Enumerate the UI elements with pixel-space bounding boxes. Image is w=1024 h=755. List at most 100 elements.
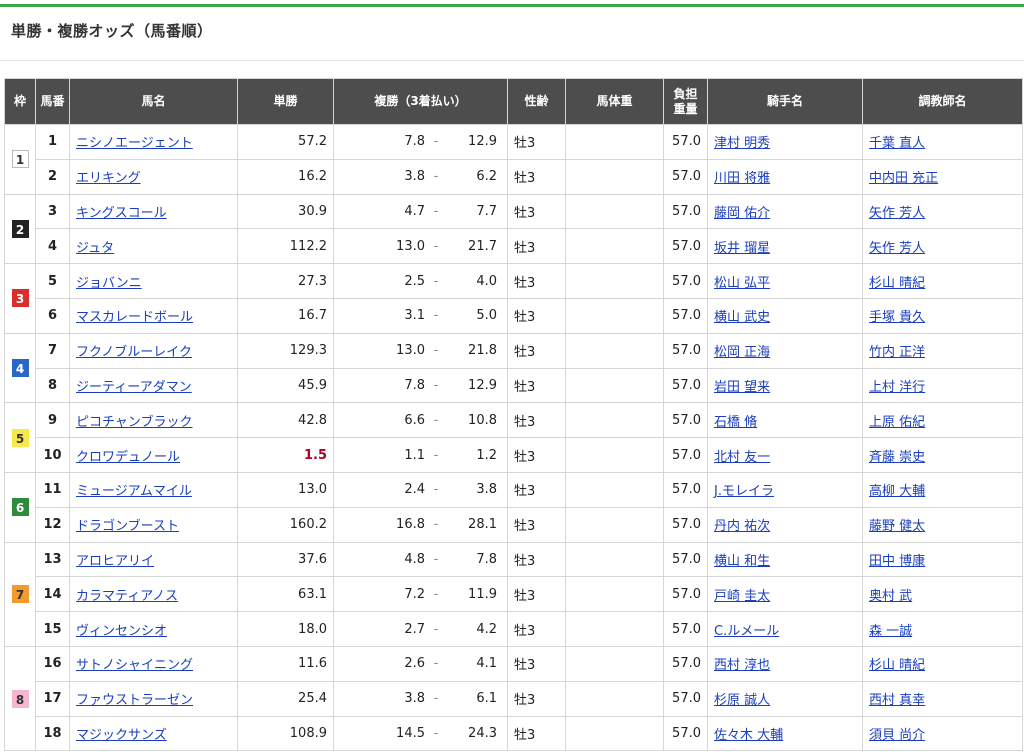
trainer-name-link[interactable]: 千葉 直人 xyxy=(869,136,925,151)
horse-name-link[interactable]: アロヒアリイ xyxy=(76,554,154,569)
trainer-name-link[interactable]: 斉藤 崇史 xyxy=(869,450,925,465)
jockey-name-link[interactable]: 川田 将雅 xyxy=(714,171,770,186)
trainer-name-link[interactable]: 矢作 芳人 xyxy=(869,241,925,256)
umaban-cell: 9 xyxy=(35,402,70,439)
table-row: 8 16 サトノシャイニング 11.6 2.6-4.1 牡3 57.0 西村 淳也 杉山 晴紀 xyxy=(4,645,1023,752)
horse-name-link[interactable]: マジックサンズ xyxy=(76,728,167,743)
sexage-cell: 牡3 xyxy=(507,402,566,439)
umaban-cell: 5 xyxy=(35,263,70,299)
trainer-cell: 田中 博康 xyxy=(862,541,1023,578)
jockey-name-link[interactable]: 藤岡 佑介 xyxy=(714,206,770,221)
umaban-cell: 10 xyxy=(35,437,70,473)
horse-name-link[interactable]: カラマティアノス xyxy=(76,589,178,604)
horse-name-link[interactable]: ヴィンセンシオ xyxy=(76,624,167,639)
horse-name-link[interactable]: ニシノエージェント xyxy=(76,136,193,151)
trainer-name-link[interactable]: 高柳 大輔 xyxy=(869,484,925,499)
trainer-name-link[interactable]: 上村 洋行 xyxy=(869,380,925,395)
place-odds-separator: - xyxy=(433,551,439,567)
win-odds-cell: 108.9 xyxy=(237,715,334,752)
horse-name-link[interactable]: キングスコール xyxy=(76,206,167,221)
place-odds-cell: 7.2- 11.9 xyxy=(333,576,508,613)
jockey-name-link[interactable]: 佐々木 大輔 xyxy=(714,728,783,743)
horse-name-link[interactable]: サトノシャイニング xyxy=(76,658,193,673)
jockey-name-link[interactable]: 北村 友一 xyxy=(714,450,770,465)
jockey-name-link[interactable]: 丹内 祐次 xyxy=(714,519,770,534)
jockey-name-link[interactable]: J.モレイラ xyxy=(714,484,774,499)
jockey-name-link[interactable]: 横山 和生 xyxy=(714,554,770,569)
jockey-name-link[interactable]: 松山 弘平 xyxy=(714,276,770,291)
win-odds-cell: 37.6 xyxy=(237,541,334,578)
jockey-name-link[interactable]: 津村 明秀 xyxy=(714,136,770,151)
page-title: 単勝・複勝オッズ（馬番順） xyxy=(11,22,213,40)
jockey-cell: 丹内 祐次 xyxy=(707,506,863,543)
horse-name-link[interactable]: ジョバンニ xyxy=(76,276,142,291)
jockey-name-link[interactable]: C.ルメール xyxy=(714,624,779,639)
trainer-name-link[interactable]: 杉山 晴紀 xyxy=(869,658,925,673)
jockey-name-link[interactable]: 松岡 正海 xyxy=(714,345,770,360)
table-row: 7 13 アロヒアリイ 37.6 4.8-7.8 牡3 57.0 横山 和生 田中 博康 xyxy=(4,541,1023,647)
trainer-name-link[interactable]: 西村 真幸 xyxy=(869,693,925,708)
horse-name-link[interactable]: クロワデュノール xyxy=(76,450,180,465)
weight-cell: 57.0 xyxy=(663,506,708,543)
trainer-name-link[interactable]: 竹内 正洋 xyxy=(869,345,925,360)
table-row: 4 ジュタ 112.2 13.0- 21.7 牡3 57.0 坂井 瑠星 矢作 芳人 xyxy=(5,228,1023,265)
place-odds-cell: 3.8- 6.2 xyxy=(333,158,508,195)
place-odds-separator: - xyxy=(433,412,439,428)
umaban-cell: 2 xyxy=(35,158,70,195)
jockey-name-link[interactable]: 杉原 誠人 xyxy=(714,693,770,708)
trainer-name-link[interactable]: 手塚 貴久 xyxy=(869,310,925,325)
trainer-cell: 杉山 晴紀 xyxy=(862,263,1023,299)
place-odds-max: 1.2 xyxy=(476,447,497,463)
trainer-name-link[interactable]: 杉山 晴紀 xyxy=(869,276,925,291)
waku-cell: 7 xyxy=(4,541,36,647)
sexage-cell: 牡3 xyxy=(507,228,566,265)
horse-name-link[interactable]: ジーティーアダマン xyxy=(76,380,192,395)
bodyweight-cell xyxy=(565,576,664,613)
sexage-cell: 牡3 xyxy=(507,645,566,682)
trainer-name-link[interactable]: 奥村 武 xyxy=(869,589,912,604)
weight-cell: 57.0 xyxy=(663,158,708,195)
horse-name-link[interactable]: マスカレードボール xyxy=(76,310,193,325)
trainer-name-link[interactable]: 田中 博康 xyxy=(869,554,925,569)
horse-name-link[interactable]: ジュタ xyxy=(76,241,114,256)
horse-name-link[interactable]: ミュージアムマイル xyxy=(76,484,192,499)
place-odds-max: 5.0 xyxy=(476,308,497,324)
horse-name-link[interactable]: フクノブルーレイク xyxy=(76,345,192,360)
place-odds-min: 13.0 xyxy=(396,343,425,359)
bodyweight-cell xyxy=(565,471,664,508)
trainer-name-link[interactable]: 矢作 芳人 xyxy=(869,206,925,221)
trainer-name-link[interactable]: 須貝 尚介 xyxy=(869,728,925,743)
jockey-name-link[interactable]: 戸崎 圭太 xyxy=(714,589,770,604)
trainer-name-link[interactable]: 中内田 充正 xyxy=(869,171,938,186)
horse-name-link[interactable]: エリキング xyxy=(76,171,141,186)
place-odds-min: 2.5 xyxy=(404,273,425,289)
horse-name-link[interactable]: ピコチャンブラック xyxy=(76,415,192,430)
jockey-name-link[interactable]: 横山 武史 xyxy=(714,310,770,325)
bodyweight-cell xyxy=(565,263,664,299)
bodyweight-cell xyxy=(565,611,664,647)
place-odds-max: 7.7 xyxy=(476,203,497,219)
jockey-name-link[interactable]: 石橋 脩 xyxy=(714,415,757,430)
sexage-cell: 牡3 xyxy=(507,680,566,717)
place-odds-separator: - xyxy=(433,482,439,498)
place-odds-separator: - xyxy=(433,621,439,637)
horse-name-link[interactable]: ドラゴンブースト xyxy=(76,519,179,534)
umaban-cell: 4 xyxy=(35,228,70,265)
place-odds-max: 28.1 xyxy=(468,517,497,533)
jockey-cell: 西村 淳也 xyxy=(707,645,863,682)
place-odds-min: 4.7 xyxy=(404,203,425,219)
trainer-name-link[interactable]: 藤野 健太 xyxy=(869,519,925,534)
jockey-name-link[interactable]: 岩田 望来 xyxy=(714,380,770,395)
sexage-cell: 牡3 xyxy=(507,124,566,160)
header-weight-line2: 重量 xyxy=(673,101,698,116)
trainer-name-link[interactable]: 上原 佑紀 xyxy=(869,415,925,430)
horse-name-link[interactable]: ファウストラーゼン xyxy=(76,693,193,708)
place-odds-separator: - xyxy=(433,308,439,324)
trainer-name-link[interactable]: 森 一誠 xyxy=(869,624,912,639)
place-odds-max: 6.2 xyxy=(476,169,497,185)
sexage-cell: 牡3 xyxy=(507,541,566,578)
place-odds-min: 6.6 xyxy=(404,412,425,428)
jockey-name-link[interactable]: 坂井 瑠星 xyxy=(714,241,770,256)
bodyweight-cell xyxy=(565,680,664,717)
jockey-name-link[interactable]: 西村 淳也 xyxy=(714,658,770,673)
